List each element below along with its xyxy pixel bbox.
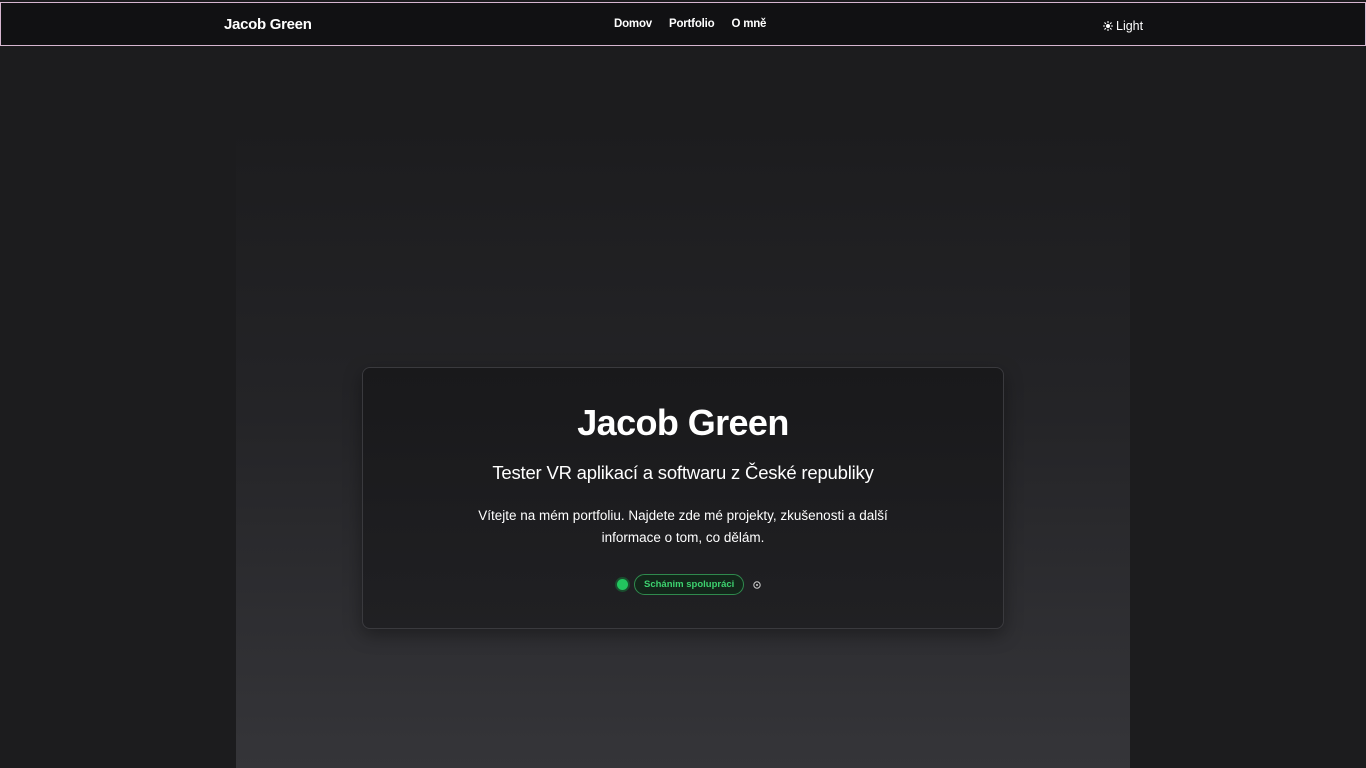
top-navbar: Jacob Green Domov Portfolio O mně Light <box>0 2 1366 46</box>
theme-toggle-label: Light <box>1116 19 1144 33</box>
main-nav: Domov Portfolio O mně <box>614 18 766 30</box>
brand-logo-link[interactable]: Jacob Green <box>224 16 312 33</box>
theme-toggle-button[interactable]: Light <box>1103 19 1143 33</box>
status-dot-icon <box>617 579 628 590</box>
nav-link-domov[interactable]: Domov <box>614 18 652 30</box>
sun-icon <box>1103 21 1113 31</box>
info-icon[interactable] <box>753 580 761 589</box>
status-badge: Schánim spolupráci <box>634 574 745 595</box>
nav-link-portfolio[interactable]: Portfolio <box>669 18 715 30</box>
hero-subtitle: Tester VR aplikací a softwaru z České re… <box>492 462 874 483</box>
hero-description: Vítejte na mém portfoliu. Najdete zde mé… <box>478 508 888 545</box>
hero-card: Jacob Green Tester VR aplikací a softwar… <box>362 367 1004 629</box>
nav-link-o-mne[interactable]: O mně <box>731 18 766 30</box>
hero-title: Jacob Green <box>577 402 789 443</box>
availability-status: Schánim spolupráci <box>617 574 761 595</box>
